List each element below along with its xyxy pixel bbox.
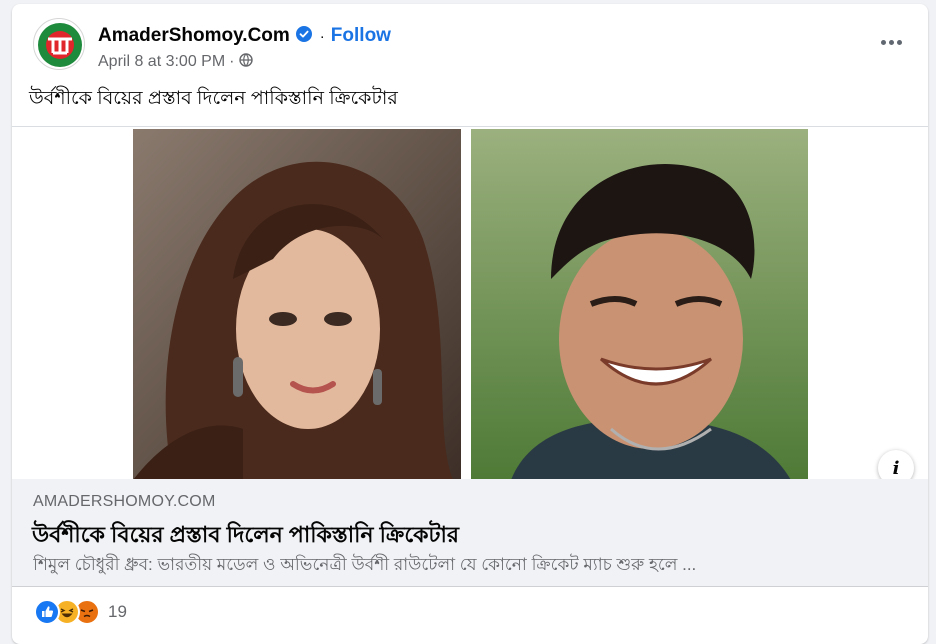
follow-button[interactable]: Follow — [331, 25, 391, 47]
separator-dot: · — [319, 27, 325, 45]
post-caption: উর্বশীকে বিয়ের প্রস্তাব দিলেন পাকিস্তান… — [29, 88, 398, 109]
info-icon[interactable]: i — [878, 450, 914, 480]
reaction-count[interactable]: 19 — [108, 602, 127, 622]
page-avatar[interactable] — [33, 18, 85, 70]
link-domain: AMADERSHOMOY.COM — [33, 493, 216, 510]
post-header: AmaderShomoy.Com · Follow — [98, 24, 391, 48]
more-options-icon[interactable] — [876, 32, 906, 52]
man-photo — [471, 129, 808, 480]
verified-badge-icon — [295, 25, 312, 47]
post-image[interactable]: i — [12, 126, 928, 480]
reaction-summary[interactable]: 19 — [34, 599, 127, 625]
page-name[interactable]: AmaderShomoy.Com — [98, 25, 290, 47]
meta-separator: · — [229, 53, 235, 70]
link-preview[interactable]: AMADERSHOMOY.COM উর্বশীকে বিয়ের প্রস্তা… — [12, 479, 928, 587]
amadershomoy-logo — [38, 23, 82, 67]
post-card: AmaderShomoy.Com · Follow April 8 at 3:0… — [12, 4, 928, 644]
woman-photo — [133, 129, 461, 480]
link-description: শিমুল চৌধুরী ধ্রুব: ভারতীয় মডেল ও অভিনে… — [33, 555, 697, 574]
link-title: উর্বশীকে বিয়ের প্রস্তাব দিলেন পাকিস্তান… — [32, 522, 460, 547]
post-meta: April 8 at 3:00 PM · — [98, 51, 253, 73]
like-reaction-icon — [34, 599, 60, 625]
post-timestamp[interactable]: April 8 at 3:00 PM — [98, 53, 225, 71]
globe-icon[interactable] — [238, 52, 253, 72]
